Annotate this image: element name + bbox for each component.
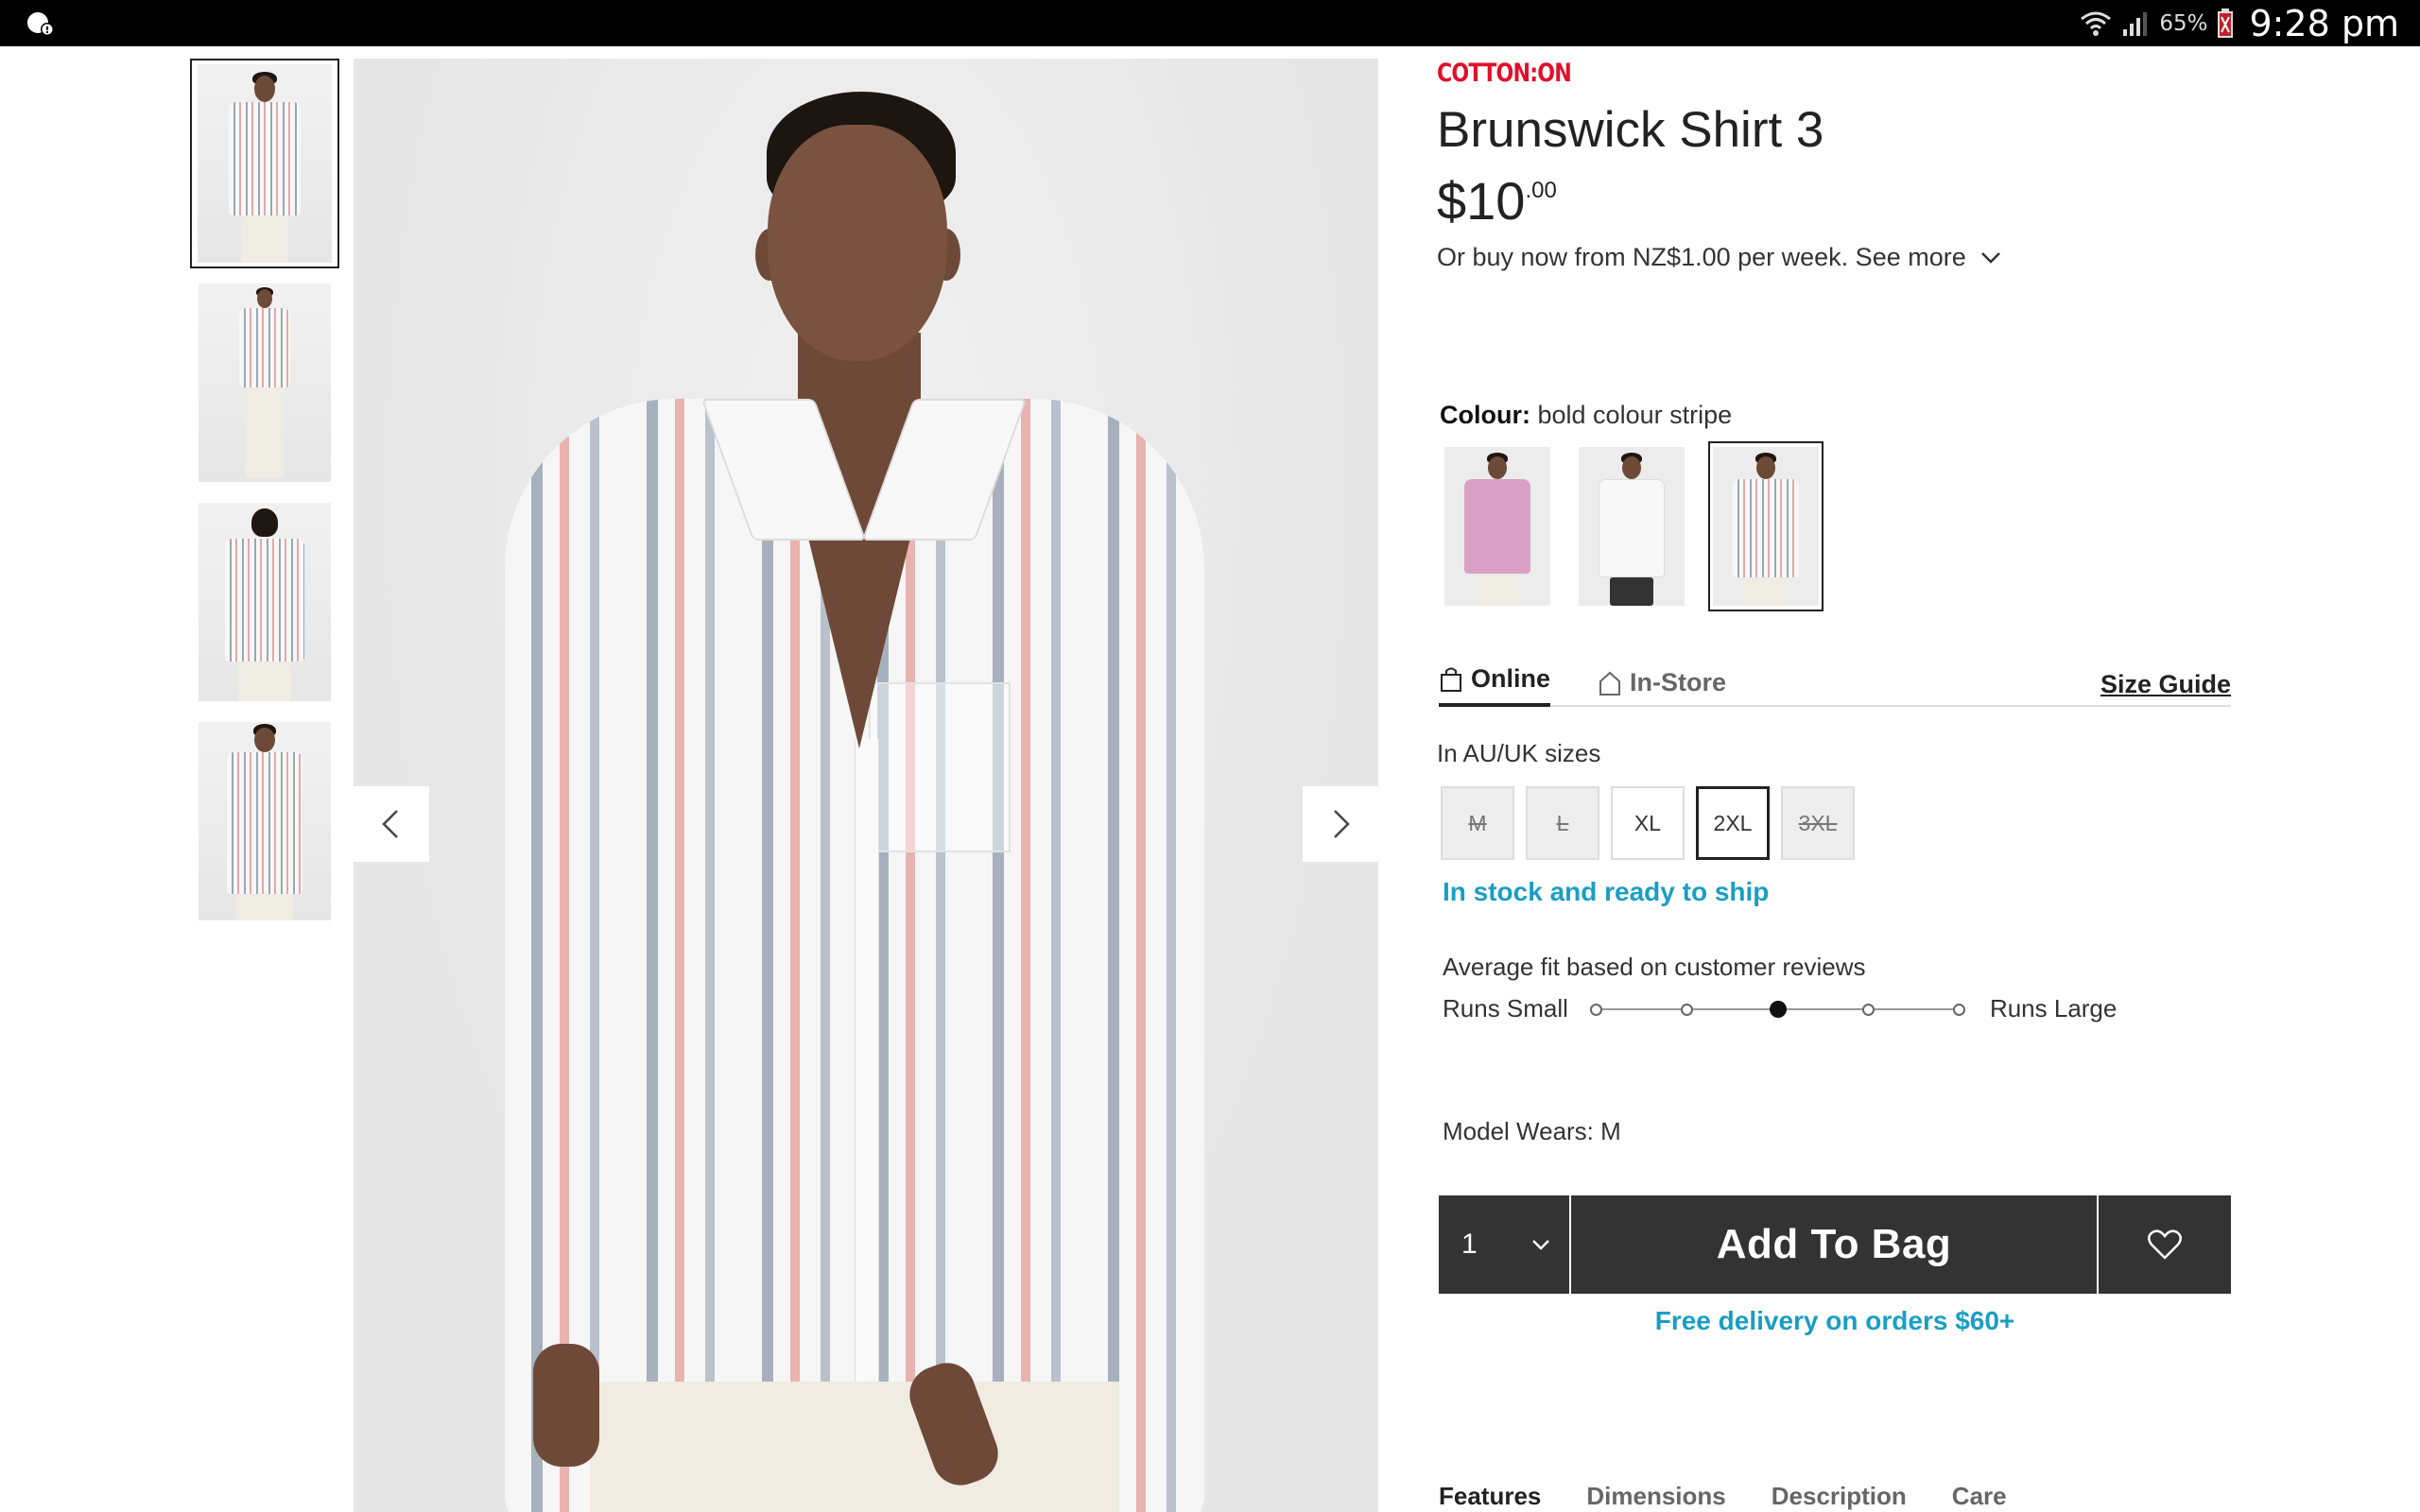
- product-title: Brunswick Shirt 3: [1437, 102, 1824, 158]
- thumbnail-front[interactable]: [190, 59, 339, 268]
- fit-right-label: Runs Large: [1989, 994, 2118, 1022]
- shirt-pocket: [869, 682, 1011, 852]
- wishlist-button[interactable]: [2099, 1195, 2231, 1294]
- tab-in-store[interactable]: In-Store: [1598, 668, 1726, 707]
- thumbnail-image: [199, 284, 331, 482]
- brand-logo[interactable]: COTTON:ON: [1437, 59, 2088, 88]
- fit-scale: Runs Small Runs Large: [1443, 994, 2117, 1023]
- notification-icon: [27, 12, 54, 36]
- stock-status: In stock and ready to ship: [1443, 877, 1770, 906]
- quantity-value: 1: [1461, 1228, 1478, 1260]
- chevron-left-icon: [382, 810, 398, 838]
- colour-label-key: Colour:: [1440, 401, 1530, 429]
- size-guide-link[interactable]: Size Guide: [2100, 670, 2231, 699]
- thumbnail-image: [199, 503, 331, 701]
- product-details: COTTON:ON Brunswick Shirt 3 $10 .00 Or b…: [1437, 59, 2231, 1510]
- colour-swatch-pink[interactable]: [1440, 441, 1555, 611]
- size-option-2xl[interactable]: 2XL: [1696, 786, 1770, 860]
- fit-dot: [1590, 1003, 1603, 1016]
- size-option-l[interactable]: L: [1526, 786, 1599, 860]
- thumbnail-full-body[interactable]: [190, 278, 339, 488]
- thumbnail-image: [199, 722, 331, 920]
- wifi-icon: [2081, 11, 2112, 36]
- fit-dot-selected: [1769, 1000, 1787, 1018]
- stock-tabs: Online In-Store Size Guide: [1439, 660, 2231, 707]
- thumbnail-back[interactable]: [190, 497, 339, 707]
- battery-icon: [2218, 8, 2234, 38]
- price-dollars: $10: [1437, 171, 1526, 231]
- tab-description[interactable]: Description: [1772, 1474, 1907, 1512]
- tab-features[interactable]: Features: [1439, 1474, 1541, 1512]
- fit-title: Average fit based on customer reviews: [1443, 953, 1866, 981]
- store-icon: [1599, 671, 1620, 696]
- product-price: $10 .00: [1437, 170, 2231, 232]
- free-delivery-banner[interactable]: Free delivery on orders $60+: [1439, 1306, 2231, 1336]
- chevron-down-icon: [1532, 1240, 1549, 1250]
- colour-label: Colour: bold colour stripe: [1440, 401, 1732, 430]
- size-note: In AU/UK sizes: [1437, 739, 1601, 767]
- main-product-image[interactable]: [354, 59, 1378, 1512]
- tab-online-label: Online: [1471, 664, 1551, 693]
- fit-dot: [1681, 1003, 1694, 1016]
- size-option-xl[interactable]: XL: [1611, 786, 1685, 860]
- fit-dot: [1862, 1003, 1876, 1016]
- signal-icon: [2123, 11, 2148, 36]
- quantity-select[interactable]: 1: [1439, 1195, 1571, 1294]
- installments-link[interactable]: Or buy now from NZ$1.00 per week. See mo…: [1437, 243, 2231, 272]
- swatch-image: [1444, 447, 1550, 606]
- swatch-image: [1579, 447, 1685, 606]
- model-pants: [590, 1382, 1119, 1512]
- price-cents: .00: [1525, 178, 1557, 203]
- battery-percent: 65%: [2159, 10, 2208, 36]
- chevron-down-icon: [1980, 251, 2000, 264]
- add-to-bag-button[interactable]: Add To Bag: [1571, 1195, 2099, 1294]
- installments-text: Or buy now from NZ$1.00 per week. See mo…: [1437, 243, 1966, 271]
- shirt-collar: [700, 399, 1028, 541]
- size-option-m[interactable]: M: [1441, 786, 1514, 860]
- model-head: [768, 125, 947, 361]
- size-selector: M L XL 2XL 3XL: [1441, 786, 1855, 860]
- chevron-right-icon: [1334, 810, 1350, 838]
- tab-online[interactable]: Online: [1439, 664, 1551, 707]
- prev-image-button[interactable]: [354, 786, 429, 862]
- colour-swatch-white[interactable]: [1574, 441, 1689, 611]
- colour-swatch-bold-stripe[interactable]: [1708, 441, 1824, 611]
- clock: 9:28 pm: [2249, 2, 2399, 44]
- fit-track: [1590, 1000, 1966, 1019]
- shopping-bag-icon: [1441, 667, 1461, 692]
- model-wears: Model Wears: M: [1443, 1117, 1621, 1145]
- add-to-bag-bar: 1 Add To Bag: [1439, 1195, 2231, 1294]
- heart-icon: [2148, 1229, 2182, 1260]
- info-tabs: Features Dimensions Description Care: [1439, 1474, 2231, 1512]
- thumbnail-image: [198, 64, 332, 263]
- swatch-image: [1713, 447, 1819, 606]
- colour-swatches: [1440, 441, 1824, 611]
- thumbnail-list: [190, 59, 339, 936]
- next-image-button[interactable]: [1303, 786, 1378, 862]
- tab-care[interactable]: Care: [1952, 1474, 2007, 1512]
- status-bar: 65% 9:28 pm: [0, 0, 2420, 46]
- colour-label-value: bold colour stripe: [1537, 401, 1733, 429]
- fit-left-label: Runs Small: [1443, 994, 1568, 1022]
- size-option-3xl[interactable]: 3XL: [1781, 786, 1855, 860]
- tab-dimensions[interactable]: Dimensions: [1586, 1474, 1725, 1512]
- tab-in-store-label: In-Store: [1630, 668, 1727, 696]
- thumbnail-side[interactable]: [190, 716, 339, 926]
- fit-dot: [1953, 1003, 1966, 1016]
